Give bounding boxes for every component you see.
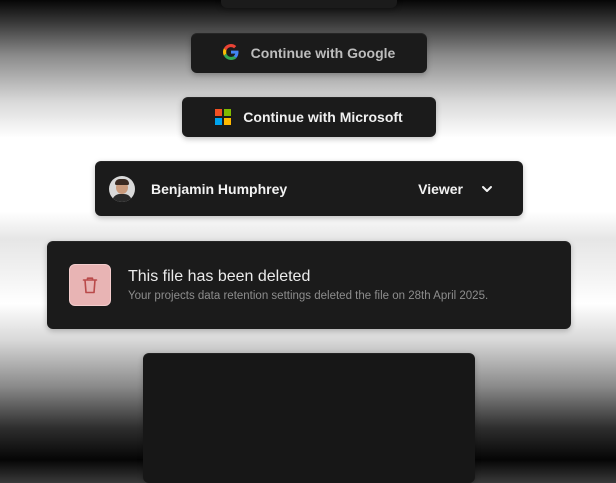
top-partial-card (221, 0, 397, 8)
trash-icon (69, 264, 111, 306)
file-deleted-notice: This file has been deleted Your projects… (47, 241, 571, 329)
microsoft-logo-icon (215, 109, 232, 125)
notice-subtitle: Your projects data retention settings de… (128, 290, 489, 302)
role-dropdown-value[interactable]: Viewer (418, 181, 463, 197)
user-name: Benjamin Humphrey (151, 180, 288, 197)
continue-with-microsoft-button[interactable]: Continue with Microsoft (182, 97, 436, 137)
google-button-label: Continue with Google (250, 45, 396, 61)
notice-title: This file has been deleted (128, 268, 311, 285)
avatar (109, 175, 135, 202)
bottom-partial-panel (143, 353, 475, 483)
microsoft-button-label: Continue with Microsoft (243, 109, 403, 125)
continue-with-google-button[interactable]: Continue with Google (191, 33, 427, 73)
google-logo-icon (222, 43, 239, 63)
chevron-down-icon[interactable] (479, 181, 495, 197)
user-permission-row: Benjamin Humphrey Viewer (95, 161, 523, 216)
